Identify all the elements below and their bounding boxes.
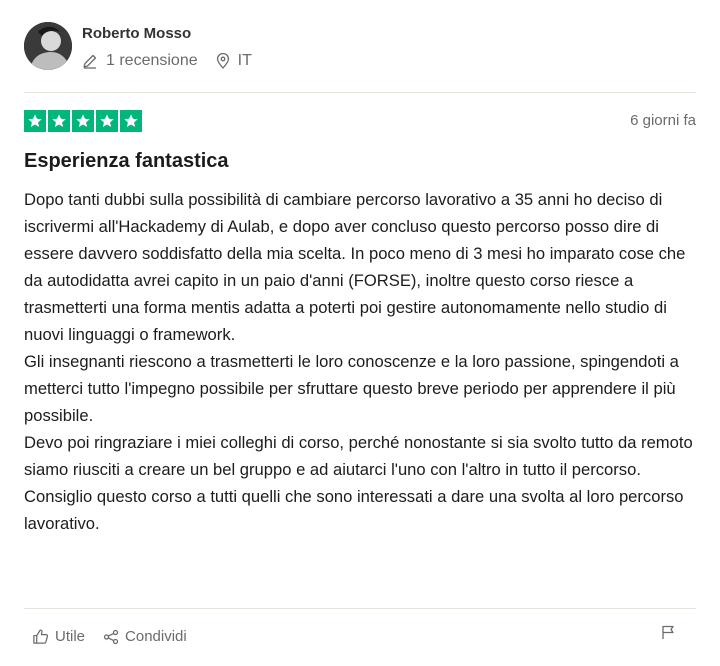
pencil-icon <box>83 54 97 69</box>
country-label: IT <box>237 52 252 69</box>
share-label: Condividi <box>125 628 187 645</box>
user-avatar-icon <box>24 22 72 70</box>
share-button[interactable]: Condividi <box>103 628 187 645</box>
flag-icon <box>662 625 674 639</box>
location-pin-icon <box>216 53 229 69</box>
review-paragraph: Gli insegnanti riescono a trasmetterti l… <box>24 352 679 425</box>
review-paragraph: Dopo tanti dubbi sulla possibilità di ca… <box>24 190 686 344</box>
star-rating <box>24 110 142 132</box>
star-icon <box>72 110 94 132</box>
review-body: Dopo tanti dubbi sulla possibilità di ca… <box>24 186 704 537</box>
avatar[interactable] <box>24 22 72 70</box>
reviewer-name[interactable]: Roberto Mosso <box>82 25 191 42</box>
review-title[interactable]: Esperienza fantastica <box>24 150 229 173</box>
star-icon <box>96 110 118 132</box>
star-icon <box>24 110 46 132</box>
review-paragraph: Consiglio questo corso a tutti quelli ch… <box>24 487 684 533</box>
reviewer-meta: 1 recensione IT <box>82 52 252 70</box>
header-divider <box>24 92 696 93</box>
reviews-count: 1 recensione <box>82 52 198 70</box>
useful-label: Utile <box>55 628 86 645</box>
reviews-count-label: 1 recensione <box>106 52 198 69</box>
share-icon <box>103 629 119 644</box>
star-icon <box>48 110 70 132</box>
useful-button[interactable]: Utile <box>32 628 85 645</box>
reviewer-location: IT <box>216 52 252 70</box>
review-card: Roberto Mosso 1 recensione IT 6 giorni f… <box>0 0 720 666</box>
footer-divider <box>24 608 696 609</box>
report-button[interactable] <box>660 624 676 645</box>
review-paragraph: Devo poi ringraziare i miei colleghi di … <box>24 433 693 479</box>
star-icon <box>120 110 142 132</box>
thumbs-up-icon <box>33 629 49 644</box>
review-actions: Utile Condividi <box>32 628 187 645</box>
review-date: 6 giorni fa <box>630 112 696 129</box>
